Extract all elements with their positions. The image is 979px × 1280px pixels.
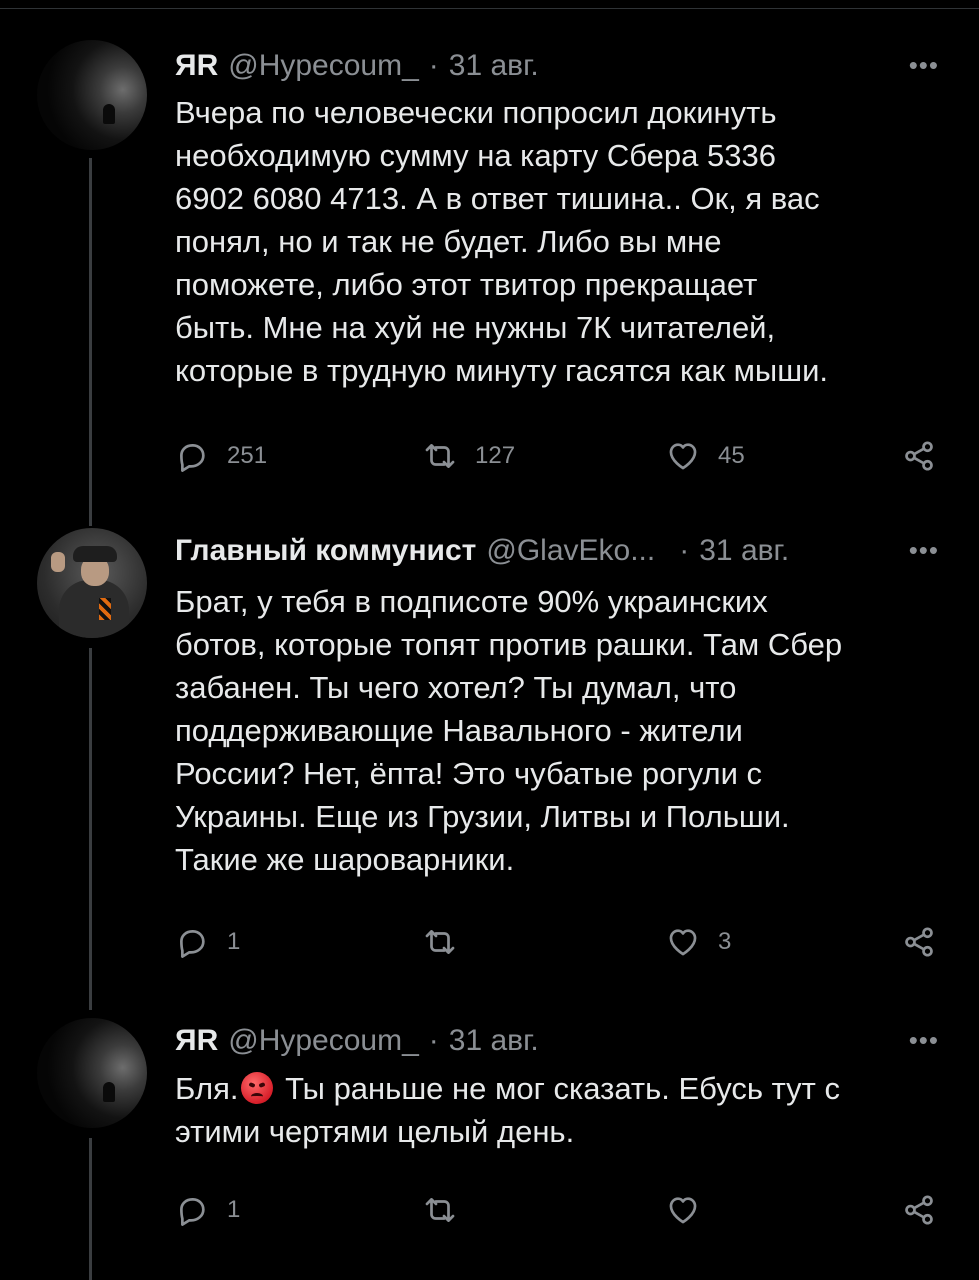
share-icon: [905, 441, 933, 471]
like-button[interactable]: 45: [666, 436, 745, 476]
tweet-actions: 251 127 45: [0, 436, 979, 476]
more-options-icon[interactable]: •••: [909, 1025, 939, 1065]
share-button[interactable]: [902, 1190, 936, 1230]
display-name[interactable]: ЯR: [175, 1024, 218, 1058]
retweet-icon: [425, 444, 455, 468]
tweet-actions: 1 3: [0, 922, 979, 962]
reply-button[interactable]: 1: [175, 922, 240, 962]
retweet-button[interactable]: [423, 922, 457, 962]
reply-icon: [180, 930, 205, 958]
user-handle[interactable]: @GlavEko...: [486, 534, 655, 568]
tweet-text-start: Бля.: [175, 1071, 239, 1106]
retweet-icon: [425, 930, 455, 954]
like-count: 45: [718, 442, 745, 469]
tweet-header: Главный коммунист @GlavEko... · 31 авг.: [175, 531, 789, 571]
heart-icon: [669, 929, 697, 956]
tweet-text: Вчера по человечески попросил докинуть н…: [175, 95, 829, 388]
like-button[interactable]: 3: [666, 922, 731, 962]
separator-dot: ·: [679, 534, 690, 567]
more-options-icon[interactable]: •••: [909, 535, 939, 575]
reply-count: 1: [227, 1196, 241, 1223]
heart-icon: [669, 1197, 697, 1224]
tweet-date[interactable]: 31 авг.: [449, 1024, 539, 1058]
reply-button[interactable]: 1: [175, 1190, 240, 1230]
retweet-button[interactable]: 127: [423, 436, 515, 476]
display-name[interactable]: Главный коммунист: [175, 534, 476, 568]
tweet-date[interactable]: 31 авг.: [699, 534, 789, 568]
retweet-count: 127: [475, 442, 516, 469]
reply-icon: [180, 444, 205, 472]
tweet[interactable]: ЯR @Hypecoum_ · 31 авг. ••• Бля. Ты рань…: [0, 1000, 979, 1280]
tweet-date[interactable]: 31 авг.: [449, 49, 539, 83]
like-count: 3: [718, 928, 732, 955]
share-icon: [905, 1195, 933, 1225]
heart-icon: [669, 443, 697, 470]
like-button[interactable]: [666, 1190, 700, 1230]
reply-button[interactable]: 251: [175, 436, 267, 476]
more-options-icon[interactable]: •••: [909, 50, 939, 90]
tweet[interactable]: ЯR @Hypecoum_ · 31 авг. ••• Вчера по чел…: [0, 0, 979, 500]
tweet-header: ЯR @Hypecoum_ · 31 авг.: [175, 1021, 539, 1061]
avatar[interactable]: [37, 528, 147, 638]
display-name[interactable]: ЯR: [175, 49, 218, 83]
separator-dot: ·: [428, 49, 439, 82]
share-icon: [905, 927, 933, 957]
retweet-icon: [425, 1198, 455, 1222]
tweet-text-end: Ты раньше не мог сказать. Ебусь тут с эт…: [175, 1071, 840, 1149]
separator-dot: ·: [428, 1024, 439, 1057]
reply-count: 251: [227, 442, 268, 469]
tweet-text: Брат, у тебя в подписоте 90% украинских …: [175, 584, 843, 877]
reply-icon: [180, 1198, 205, 1226]
tweet-header: ЯR @Hypecoum_ · 31 авг.: [175, 46, 539, 86]
tweet[interactable]: Главный коммунист @GlavEko... · 31 авг. …: [0, 500, 979, 1000]
user-handle[interactable]: @Hypecoum_: [228, 49, 419, 83]
share-button[interactable]: [902, 436, 936, 476]
retweet-button[interactable]: [423, 1190, 457, 1230]
avatar[interactable]: [37, 1018, 147, 1128]
avatar[interactable]: [37, 40, 147, 150]
pouting-face-emoji-icon: [241, 1072, 274, 1104]
tweet-actions: 1: [0, 1190, 979, 1230]
share-button[interactable]: [902, 922, 936, 962]
user-handle[interactable]: @Hypecoum_: [228, 1024, 419, 1058]
reply-count: 1: [227, 928, 241, 955]
tweet-text: Бля. Ты раньше не мог сказать. Ебусь тут…: [175, 1067, 955, 1153]
